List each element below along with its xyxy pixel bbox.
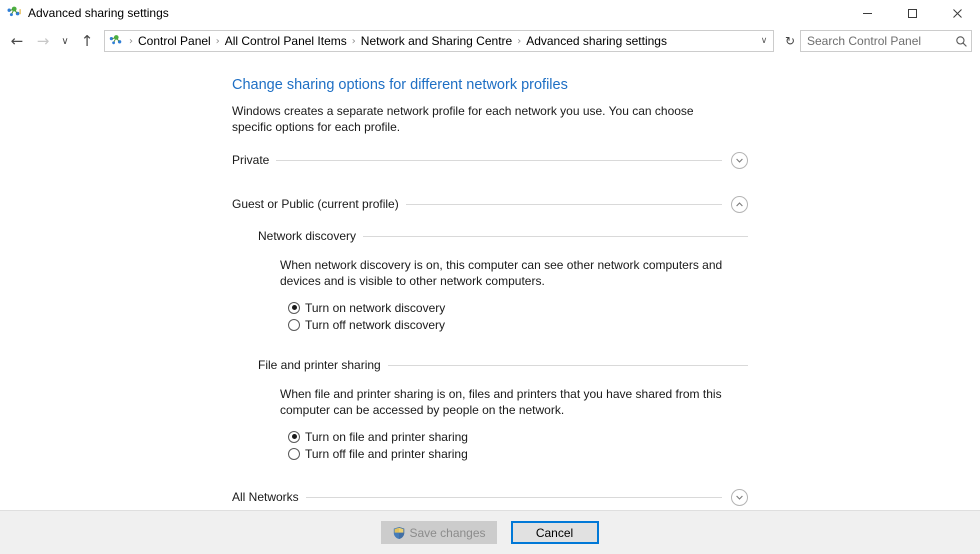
divider (276, 159, 722, 161)
network-sharing-icon (6, 5, 22, 21)
section-description: When network discovery is on, this compu… (280, 258, 723, 288)
radio-option-turn-off-file-and-printer-sharing[interactable]: Turn off file and printer sharing (288, 446, 748, 461)
breadcrumb-item-network-and-sharing-centre[interactable]: Network and Sharing Centre (357, 33, 516, 49)
profile-group-label: All Networks (232, 490, 299, 504)
page-description: Windows creates a separate network profi… (232, 104, 694, 134)
radio-group-file-and-printer-sharing: Turn on file and printer sharing Turn of… (288, 429, 748, 461)
profile-group-label: Private (232, 153, 270, 167)
section-header: File and printer sharing (258, 356, 748, 374)
address-dropdown-icon[interactable]: ∨ (755, 31, 773, 51)
divider (405, 203, 722, 205)
window-title: Advanced sharing settings (28, 6, 169, 20)
section-file-and-printer-sharing: File and printer sharing When file and p… (258, 356, 748, 461)
chevron-up-icon[interactable] (731, 195, 748, 213)
radio-option-turn-on-network-discovery[interactable]: Turn on network discovery (288, 300, 748, 315)
profile-group-guest-or-public[interactable]: Guest or Public (current profile) (232, 193, 748, 215)
page-title: Change sharing options for different net… (232, 77, 568, 93)
chevron-down-icon[interactable] (731, 151, 748, 169)
radio-label: Turn on network discovery (305, 300, 446, 315)
profile-group-private[interactable]: Private (232, 149, 748, 171)
content-area: Change sharing options for different net… (0, 56, 980, 510)
section-network-discovery: Network discovery When network discovery… (258, 227, 748, 332)
search-icon[interactable] (951, 31, 971, 51)
search-box[interactable] (800, 30, 972, 52)
section-description: When file and printer sharing is on, fil… (280, 387, 722, 417)
settings-page: Change sharing options for different net… (232, 76, 748, 508)
forward-button[interactable]: → (30, 29, 56, 53)
maximize-button[interactable] (890, 0, 935, 26)
close-button[interactable] (935, 0, 980, 26)
radio-indicator[interactable] (288, 430, 300, 443)
address-toolbar: ← → ∨ ↑ › Control Panel › All Control Pa… (0, 26, 980, 56)
radio-label: Turn off file and printer sharing (305, 446, 468, 461)
chevron-down-icon[interactable] (731, 488, 748, 506)
divider (363, 235, 748, 237)
search-input[interactable] (801, 34, 951, 48)
breadcrumb-item-advanced-sharing-settings[interactable]: Advanced sharing settings (522, 33, 671, 49)
breadcrumb-item-all-control-panel-items[interactable]: All Control Panel Items (221, 33, 351, 49)
section-header: Network discovery (258, 227, 748, 245)
address-network-sharing-icon (108, 33, 124, 49)
cancel-label: Cancel (535, 525, 574, 540)
minimize-button[interactable] (845, 0, 890, 26)
refresh-icon[interactable]: ↻ (780, 30, 800, 52)
title-bar: Advanced sharing settings (0, 0, 980, 26)
radio-group-network-discovery: Turn on network discovery Turn off netwo… (288, 300, 748, 332)
radio-indicator[interactable] (288, 318, 300, 331)
window-controls (845, 0, 980, 26)
save-changes-button[interactable]: Save changes (381, 521, 497, 544)
breadcrumb-item-control-panel[interactable]: Control Panel (134, 33, 215, 49)
radio-indicator[interactable] (288, 301, 300, 314)
breadcrumb: › Control Panel › All Control Panel Item… (128, 33, 755, 49)
back-button[interactable]: ← (4, 29, 30, 53)
up-button[interactable]: ↑ (74, 29, 100, 53)
save-changes-label: Save changes (409, 525, 486, 540)
address-bar[interactable]: › Control Panel › All Control Panel Item… (104, 30, 774, 52)
radio-indicator[interactable] (288, 447, 300, 460)
dialog-footer: Save changes Cancel (0, 510, 980, 554)
section-label: File and printer sharing (258, 358, 381, 372)
radio-option-turn-off-network-discovery[interactable]: Turn off network discovery (288, 317, 748, 332)
uac-shield-icon (392, 526, 406, 540)
section-label: Network discovery (258, 229, 357, 243)
divider (387, 364, 748, 366)
profile-group-label: Guest or Public (current profile) (232, 197, 399, 211)
radio-label: Turn off network discovery (305, 317, 446, 332)
profile-group-all-networks[interactable]: All Networks (232, 486, 748, 508)
cancel-button[interactable]: Cancel (510, 521, 599, 544)
divider (305, 496, 722, 498)
radio-label: Turn on file and printer sharing (305, 429, 468, 444)
radio-option-turn-on-file-and-printer-sharing[interactable]: Turn on file and printer sharing (288, 429, 748, 444)
recent-locations-button[interactable]: ∨ (56, 29, 74, 53)
